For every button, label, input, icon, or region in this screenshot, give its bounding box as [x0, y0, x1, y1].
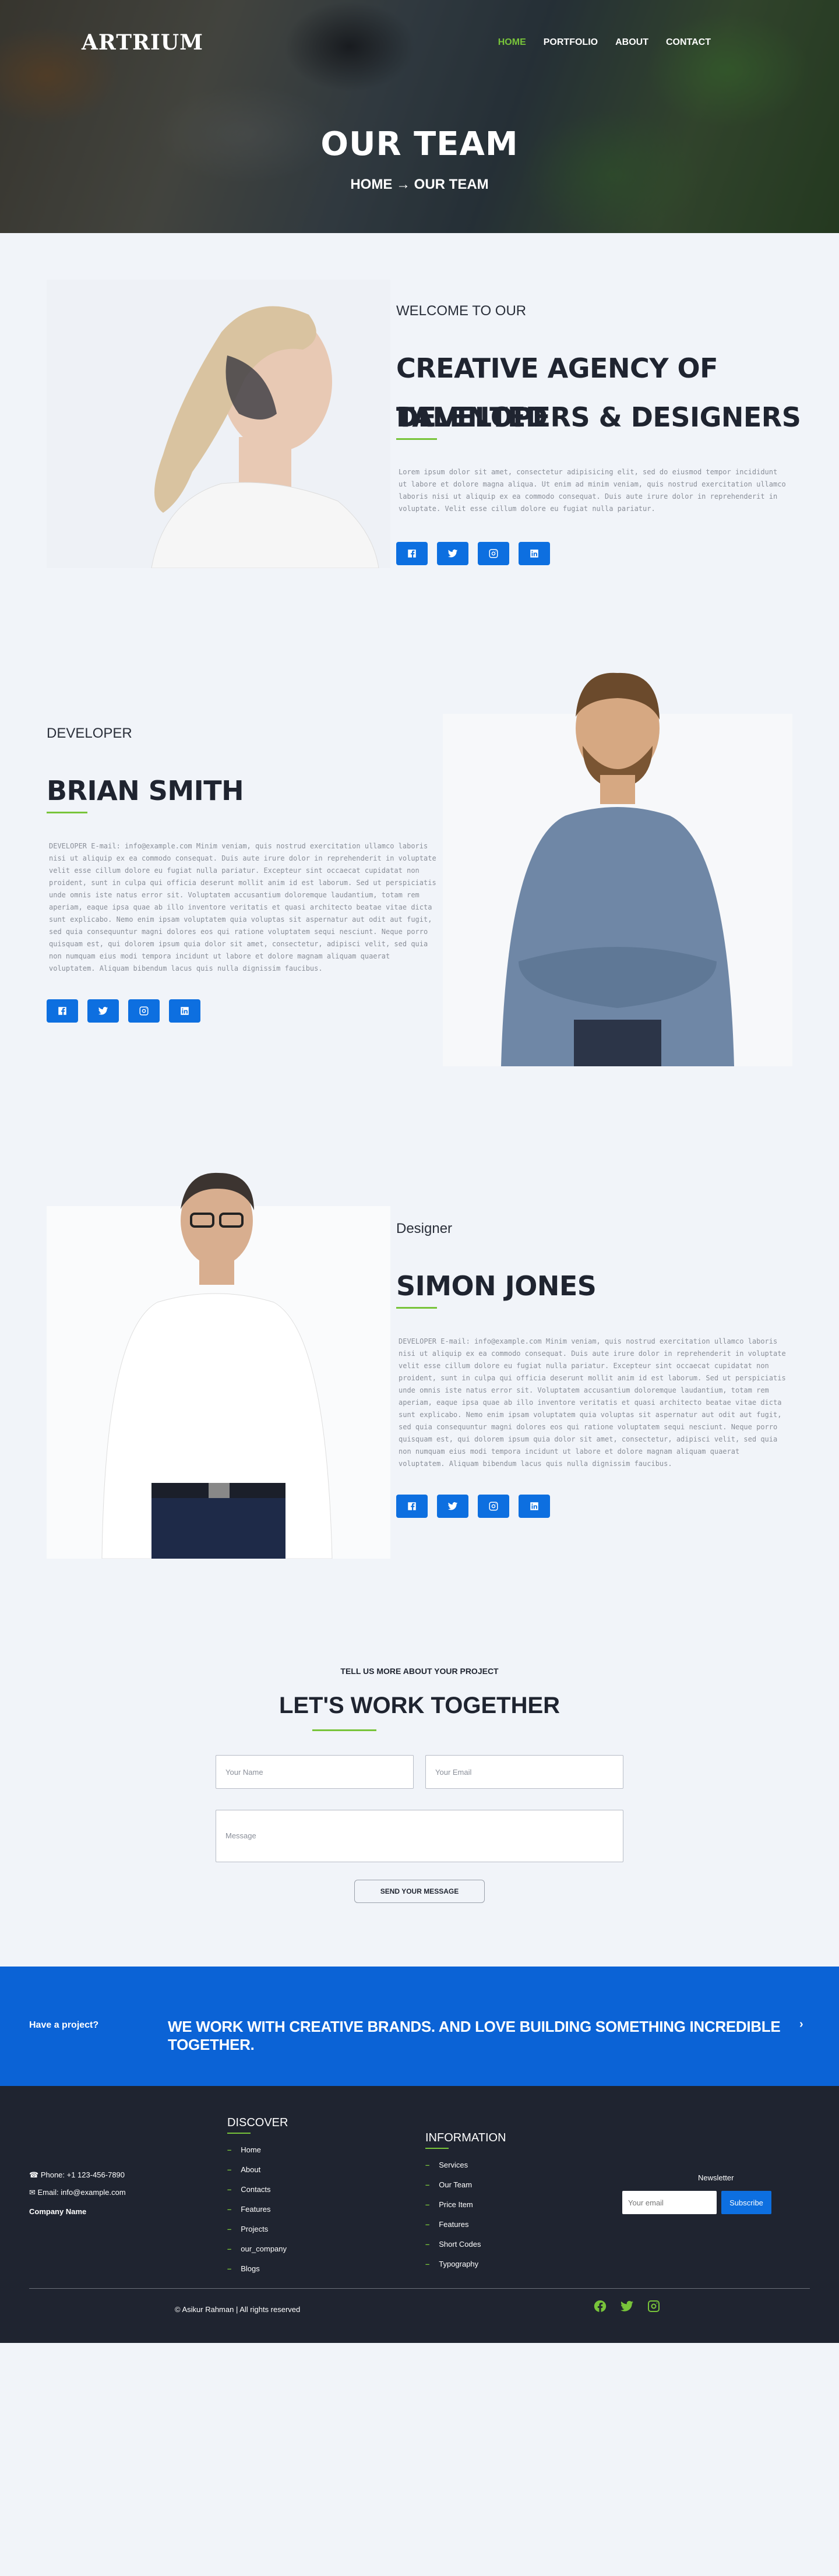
- footer-link-services[interactable]: Services: [425, 2155, 481, 2175]
- footer-link-home[interactable]: Home: [227, 2140, 287, 2159]
- instagram-button[interactable]: [478, 1495, 509, 1518]
- breadcrumb: HOME → OUR TEAM: [350, 177, 489, 192]
- newsletter-email-input[interactable]: [622, 2191, 717, 2214]
- message-textarea[interactable]: [216, 1810, 623, 1862]
- footer-phone: ☎ Phone: +1 123-456-7890: [29, 2170, 125, 2179]
- linkedin-icon: [530, 1502, 538, 1510]
- instagram-icon: [489, 1502, 498, 1511]
- envelope-icon: ✉: [29, 2188, 38, 2197]
- member-name: BRIAN SMITH: [47, 775, 244, 806]
- top-navigation: ARTRIUM HOME PORTFOLIO ABOUT CONTACT: [0, 0, 839, 84]
- brian-smith-photo: [443, 658, 792, 1066]
- discover-heading: DISCOVER: [227, 2116, 288, 2129]
- footer-link-typography[interactable]: Typography: [425, 2254, 481, 2274]
- simon-jones-photo: [47, 1157, 390, 1559]
- nav-home[interactable]: HOME: [498, 37, 526, 48]
- subscribe-button[interactable]: Subscribe: [721, 2191, 771, 2214]
- footer-link-contacts[interactable]: Contacts: [227, 2179, 287, 2199]
- intro-title-underline: [396, 438, 437, 440]
- information-heading: INFORMATION: [425, 2131, 506, 2144]
- main-menu: HOME PORTFOLIO ABOUT CONTACT: [498, 37, 711, 48]
- cta-banner: Have a project? WE WORK WITH CREATIVE BR…: [0, 1967, 839, 2086]
- member-description: DEVELOPER E-mail: info@example.com Minim…: [399, 1337, 786, 1468]
- newsletter-label: Newsletter: [698, 2173, 734, 2182]
- email-input[interactable]: [425, 1755, 623, 1789]
- twitter-icon: [447, 1502, 458, 1510]
- have-project-label: Have a project?: [29, 2020, 99, 2030]
- site-logo[interactable]: ARTRIUM: [82, 30, 203, 55]
- page-title: OUR TEAM: [320, 125, 519, 163]
- footer-link-blogs[interactable]: Blogs: [227, 2258, 287, 2278]
- hero-banner: ARTRIUM HOME PORTFOLIO ABOUT CONTACT OUR…: [0, 0, 839, 233]
- footer-link-our-company[interactable]: our_company: [227, 2239, 287, 2258]
- member-name-underline: [396, 1307, 437, 1309]
- send-message-button[interactable]: SEND YOUR MESSAGE: [354, 1880, 485, 1903]
- phone-icon: ☎: [29, 2170, 41, 2179]
- copyright-text: © Asikur Rahman | All rights reserved: [175, 2305, 301, 2314]
- footer-link-features-info[interactable]: Features: [425, 2214, 481, 2234]
- footer-divider: [29, 2288, 810, 2289]
- footer-link-about[interactable]: About: [227, 2159, 287, 2179]
- footer-social-links: [593, 2299, 661, 2313]
- twitter-button[interactable]: [87, 999, 119, 1023]
- footer-link-features[interactable]: Features: [227, 2199, 287, 2219]
- nav-portfolio[interactable]: PORTFOLIO: [544, 37, 598, 48]
- nav-about[interactable]: ABOUT: [615, 37, 648, 48]
- member-name-underline: [47, 812, 87, 813]
- linkedin-button[interactable]: [169, 999, 200, 1023]
- contact-title: LET'S WORK TOGETHER: [279, 1693, 560, 1718]
- member-description: DEVELOPER E-mail: info@example.com Minim…: [49, 842, 436, 972]
- twitter-icon[interactable]: [620, 2299, 634, 2313]
- facebook-button[interactable]: [396, 542, 428, 565]
- footer-email: ✉ Email: info@example.com: [29, 2188, 126, 2197]
- facebook-icon: [58, 1007, 66, 1015]
- banner-message: WE WORK WITH CREATIVE BRANDS. AND LOVE B…: [168, 2018, 781, 2053]
- linkedin-icon: [530, 549, 538, 558]
- member-role: Designer: [396, 1221, 453, 1236]
- intro-woman-photo: [47, 280, 390, 568]
- linkedin-button[interactable]: [519, 1495, 550, 1518]
- linkedin-button[interactable]: [519, 542, 550, 565]
- footer-company: Company Name: [29, 2207, 87, 2216]
- instagram-button[interactable]: [478, 542, 509, 565]
- discover-list: Home About Contacts Features Projects ou…: [227, 2140, 287, 2278]
- intro-description: Lorem ipsum dolor sit amet, consectetur …: [399, 468, 786, 513]
- facebook-button[interactable]: [396, 1495, 428, 1518]
- information-list: Services Our Team Price Item Features Sh…: [425, 2155, 481, 2274]
- chevron-right-icon[interactable]: ›: [799, 2018, 803, 2031]
- instagram-icon[interactable]: [647, 2299, 661, 2313]
- information-underline: [425, 2148, 449, 2149]
- twitter-icon: [98, 1007, 108, 1015]
- member-role: DEVELOPER: [47, 725, 132, 741]
- facebook-icon[interactable]: [593, 2299, 607, 2313]
- instagram-button[interactable]: [128, 999, 160, 1023]
- footer-link-projects[interactable]: Projects: [227, 2219, 287, 2239]
- instagram-icon: [489, 549, 498, 558]
- member-social-links: [396, 1495, 550, 1518]
- twitter-button[interactable]: [437, 542, 468, 565]
- name-input[interactable]: [216, 1755, 414, 1789]
- instagram-icon: [139, 1006, 149, 1016]
- footer-link-our-team[interactable]: Our Team: [425, 2175, 481, 2194]
- intro-social-links: [396, 542, 550, 565]
- twitter-icon: [447, 549, 458, 558]
- contact-eyebrow: TELL US MORE ABOUT YOUR PROJECT: [340, 1666, 499, 1676]
- contact-title-underline: [312, 1729, 376, 1731]
- discover-underline: [227, 2133, 251, 2134]
- member-social-links: [47, 999, 200, 1023]
- member-name: SIMON JONES: [396, 1270, 597, 1302]
- footer-link-short-codes[interactable]: Short Codes: [425, 2234, 481, 2254]
- facebook-icon: [408, 1502, 416, 1510]
- intro-eyebrow: WELCOME TO OUR: [396, 303, 527, 319]
- nav-contact[interactable]: CONTACT: [666, 37, 711, 48]
- intro-title-line2: DEVELOPERS & DESIGNERS: [396, 401, 801, 433]
- facebook-button[interactable]: [47, 999, 78, 1023]
- linkedin-icon: [181, 1007, 189, 1015]
- footer-link-price-item[interactable]: Price Item: [425, 2194, 481, 2214]
- facebook-icon: [408, 549, 416, 558]
- twitter-button[interactable]: [437, 1495, 468, 1518]
- site-footer: ☎ Phone: +1 123-456-7890 ✉ Email: info@e…: [0, 2086, 839, 2343]
